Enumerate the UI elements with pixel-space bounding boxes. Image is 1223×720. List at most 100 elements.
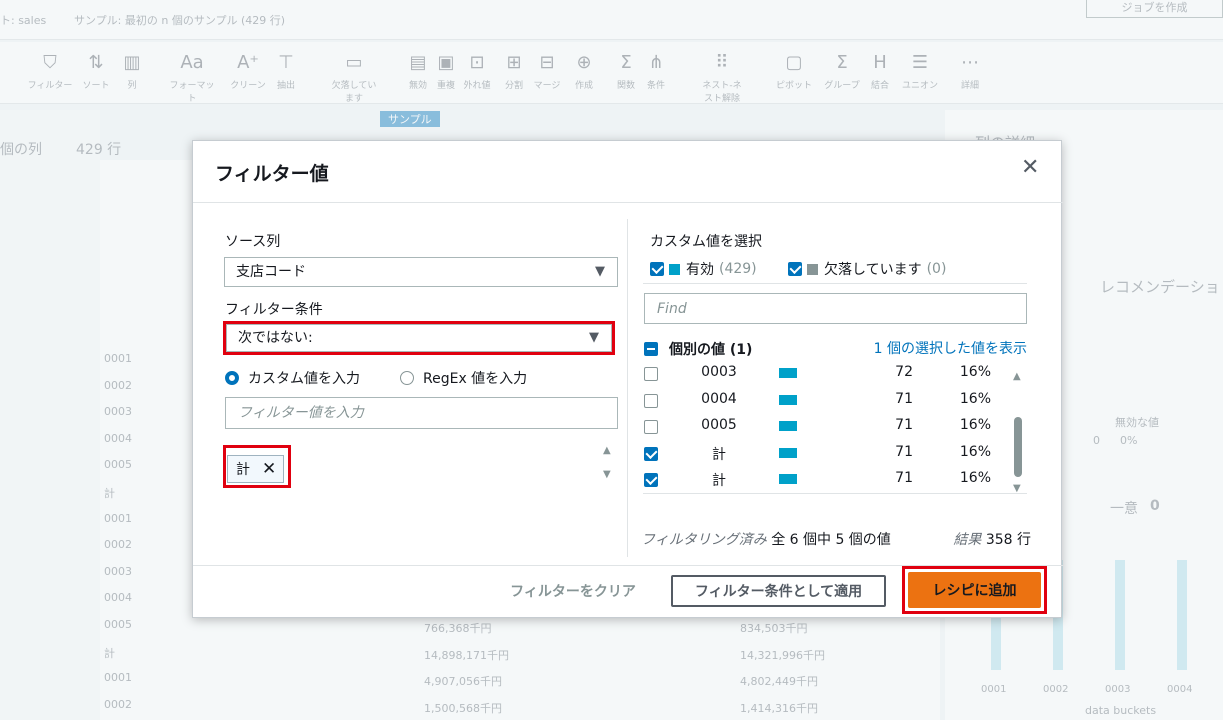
recommendation-tab[interactable]: レコメンデーショ [1100,276,1220,297]
row-count: 71 [895,390,913,407]
toolbar-label: ソート [82,81,110,91]
filter-icon: ⛉ [43,52,57,73]
row-value: 0005 [701,417,737,434]
toolbar-label: 外れ値 [463,81,491,91]
checkbox-unchecked-icon[interactable] [644,367,658,381]
grid-row-value: 0001 [104,352,132,365]
column-icon: ▥ [123,52,141,73]
find-input[interactable]: Find [644,293,1027,324]
toolbar-nest-button[interactable]: ⠿ ネスト-ネスト解除 [698,52,746,104]
toolbar-condition-button[interactable]: ⋔ 条件 [632,52,680,91]
close-icon[interactable]: ✕ [1021,155,1039,180]
dialog-title: フィルター値 [215,163,329,185]
grid-cell-value: 1,500,568千円 [424,701,502,715]
toolbar-extract-button[interactable]: ⊤ 抽出 [262,52,310,91]
toolbar-filter-button[interactable]: ⛉ フィルター [26,52,74,91]
unique-count: 0 [1150,498,1160,514]
grid-cell-value: 834,503千円 [740,622,808,635]
distinct-value-row[interactable]: 計 71 16% [643,466,1023,492]
unique-label: 一意 [1110,501,1138,517]
grid-row-value: 0002 [104,538,132,552]
bucket-label: 0004 [1167,684,1193,695]
toolbar-label: 作成 [574,81,593,91]
source-column-label: ソース列 [225,234,281,250]
missing-count: (0) [926,261,947,277]
columns-count-label: 個の列 [0,142,42,158]
divider [643,493,1027,494]
grid-cell-value: 1,414,316千円 [740,701,818,715]
grid-left-column [0,110,100,720]
distinct-value-row[interactable]: 計 71 16% [643,440,1023,466]
toolbar-column-button[interactable]: ▥ 列 [108,52,156,91]
bucket-bar [1115,560,1125,670]
show-selected-link[interactable]: 1 個の選択した値を表示 [865,338,1027,358]
nest-icon: ⠿ [715,52,729,73]
result-value: 358 行 [985,532,1031,548]
row-count: 72 [895,364,913,380]
highlight-box [223,445,291,488]
highlight-box [902,566,1047,614]
filtered-label: フィルタリング済み [641,532,767,548]
source-column-select[interactable]: 支店コード ▼ [224,257,618,287]
scroll-down-icon[interactable]: ▼ [603,469,611,480]
row-value: 計 [712,446,726,463]
distinct-values-header[interactable]: 個別の値 (1) [644,339,752,359]
buckets-axis-label: data buckets [1085,704,1157,717]
checkbox-checked-icon[interactable] [644,473,658,488]
filter-value-input[interactable]: フィルター値を入力 [225,397,618,429]
toolbar-label: フィルター [27,81,73,91]
missing-label: 欠落しています [824,262,922,278]
list-scrollbar[interactable] [1014,417,1022,477]
custom-select-label: カスタム値を選択 [650,234,762,250]
toolbar-union-button[interactable]: ☰ ユニオン [896,52,944,91]
bucket-label: 0003 [1105,684,1131,695]
grid-cell-value: 14,898,171千円 [424,648,509,662]
toolbar-more-button[interactable]: ⋯ 詳細 [946,52,994,91]
toolbar-label: ユニオン [901,81,938,91]
row-value: 0003 [701,364,737,380]
missing-icon: ▭ [345,52,363,73]
toolbar-label: 分割 [504,81,523,91]
bucket-label: 0001 [981,684,1007,695]
valid-checkbox[interactable]: 有効 (429) [650,259,757,279]
row-pct: 16% [959,470,991,487]
top-bar: ト: sales サンプル: 最初の n 個のサンプル (429 行) ジョブを… [0,0,1223,40]
distinct-value-row[interactable]: 0004 71 16% [643,387,1023,413]
toolbar-pivot-button[interactable]: ▢ ピボット [770,52,818,91]
radio-selected-icon [225,371,239,385]
toolbar-missing-button[interactable]: ▭ 欠落しています [330,52,378,104]
row-count: 71 [895,417,913,434]
checkbox-unchecked-icon[interactable] [644,393,658,408]
grid-cell-value: 14,321,996千円 [740,648,825,662]
radio-regex-value[interactable]: RegEx 値を入力 [400,368,527,388]
checkbox-unchecked-icon[interactable] [644,420,658,435]
row-value: 0004 [701,390,737,407]
apply-filter-button[interactable]: フィルター条件として適用 [671,575,886,607]
filtered-summary-value: 全 6 個中 5 個の値 [771,532,891,548]
distinct-value-row[interactable]: 0003 72 16% [643,360,1023,386]
grid-row-value: 0004 [104,431,132,445]
invalid-count: 0 [1093,434,1100,447]
grid-row-value: 0002 [104,378,132,392]
distinct-value-row[interactable]: 0005 71 16% [643,413,1023,439]
create-job-button[interactable]: ジョブを作成 [1086,0,1223,18]
filtered-summary: フィルタリング済み 全 6 個中 5 個の値 [641,529,891,549]
row-pct: 16% [959,364,991,380]
clear-filter-button[interactable]: フィルターをクリア [497,575,649,607]
radio-custom-value[interactable]: カスタム値を入力 [225,368,360,388]
scroll-up-icon[interactable]: ▲ [603,445,611,456]
toolbar-create-button[interactable]: ⊕ 作成 [560,52,608,91]
result-summary: 結果 358 行 [913,529,1031,549]
missing-checkbox[interactable]: 欠落しています (0) [788,259,946,279]
checkbox-checked-icon[interactable] [644,446,658,461]
checkbox-checked-icon [788,262,802,276]
highlight-box [223,321,615,355]
row-bar [779,368,797,378]
list-scroll-up-icon[interactable]: ▲ [1013,371,1021,382]
bucket-label: 0002 [1043,684,1069,695]
toolbar-label: フォーマット [169,81,215,104]
toolbar-format-button[interactable]: Aa フォーマット [168,52,216,104]
checkbox-checked-icon [650,262,664,276]
union-icon: ☰ [911,52,929,73]
toolbar-label: 列 [127,81,137,91]
